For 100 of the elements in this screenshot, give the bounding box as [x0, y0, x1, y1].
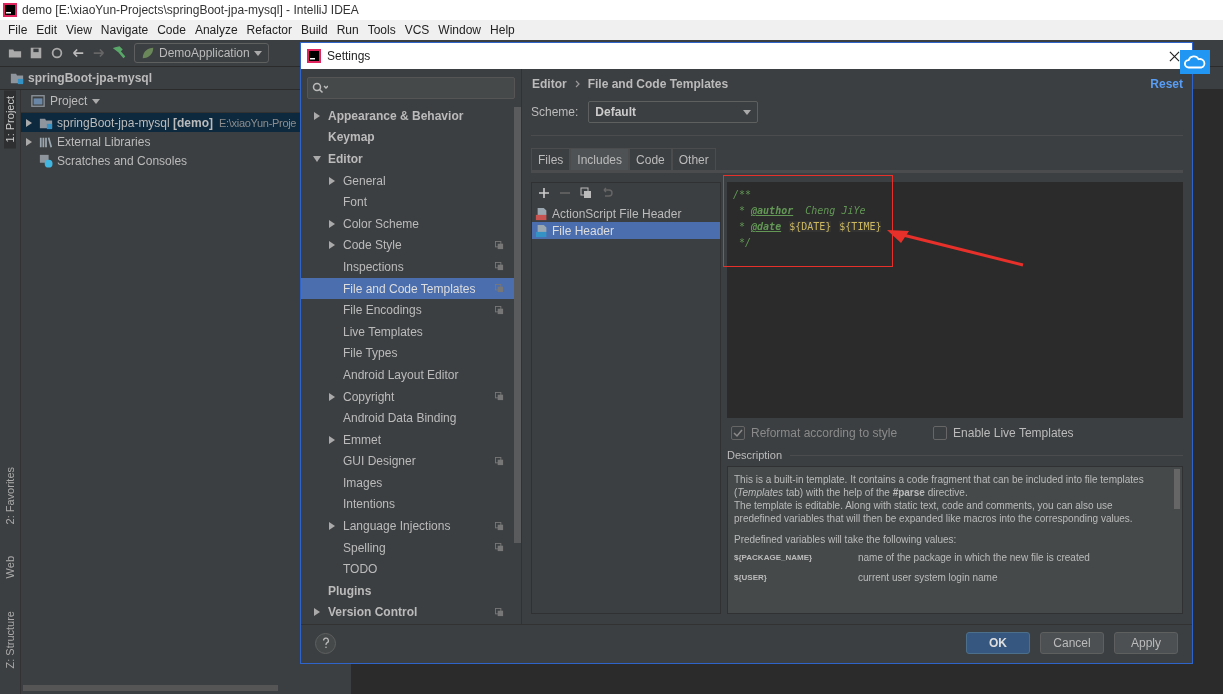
settings-item[interactable]: General — [301, 169, 514, 192]
variable-name: ${USER} — [734, 572, 768, 584]
settings-item[interactable]: Font — [301, 191, 514, 213]
template-editor[interactable]: /** * @author Cheng JiYe * @date ${DATE} ${TIME} */ — [727, 182, 1183, 418]
settings-item[interactable]: File Types — [301, 342, 514, 365]
menu-item[interactable]: Edit — [32, 23, 62, 37]
settings-item[interactable]: Inspections — [301, 256, 514, 278]
expanded-arrow-icon[interactable] — [313, 155, 321, 163]
menu-item[interactable]: Analyze — [190, 23, 242, 37]
template-item[interactable]: File Header — [532, 222, 720, 239]
variable-name: ${PACKAGE_NAME} — [734, 552, 814, 564]
close-icon[interactable] — [1169, 50, 1180, 62]
settings-item[interactable]: Color Scheme — [301, 212, 514, 235]
caret-icon — [253, 50, 262, 56]
code-line: * @author Cheng JiYe — [738, 204, 867, 218]
description-text: Predefined variables will take the following values: — [734, 533, 958, 546]
tool-window-tab[interactable]: 1: Project — [4, 90, 16, 149]
breadcrumb-item[interactable]: springBoot-jpa-mysql — [28, 71, 152, 85]
scrollbar-thumb[interactable] — [514, 107, 521, 543]
save-icon[interactable] — [29, 46, 43, 60]
settings-item[interactable]: Spelling — [301, 536, 514, 559]
collapsed-arrow-icon[interactable] — [328, 219, 336, 228]
menu-item[interactable]: Run — [332, 23, 363, 37]
checkmark-icon — [732, 427, 744, 439]
option-checkbox[interactable]: Enable Live Templates — [933, 426, 1074, 440]
scheme-label: Scheme: — [531, 105, 579, 119]
file-icon — [535, 206, 549, 221]
question-mark-icon — [321, 637, 330, 649]
settings-item[interactable]: Live Templates — [301, 320, 514, 343]
menu-item[interactable]: Refactor — [242, 23, 296, 37]
tool-window-tab[interactable]: 2: Favorites — [4, 460, 16, 531]
menu-item[interactable]: Navigate — [96, 23, 153, 37]
scrollbar-thumb[interactable] — [1174, 469, 1180, 509]
menu-item[interactable]: File — [4, 23, 32, 37]
dialog-button[interactable]: Cancel — [1040, 632, 1104, 654]
menu-item[interactable]: Help — [486, 23, 519, 37]
settings-item[interactable]: Copyright — [301, 385, 514, 408]
settings-item[interactable]: GUI Designer — [301, 450, 514, 473]
back-arrow-icon[interactable] — [71, 46, 85, 60]
settings-item[interactable]: Images — [301, 472, 514, 494]
settings-item[interactable]: File and Code Templates — [301, 277, 514, 300]
section-title: Description — [727, 449, 783, 461]
copy-icon[interactable] — [580, 187, 592, 199]
menu-item[interactable]: Tools — [363, 23, 400, 37]
tab[interactable]: Other — [671, 148, 716, 170]
cloud-icon — [1184, 54, 1206, 70]
scrollbar-thumb[interactable] — [23, 685, 278, 691]
menu-item[interactable]: Build — [296, 23, 332, 37]
collapsed-arrow-icon[interactable] — [328, 241, 336, 250]
settings-item[interactable]: Emmet — [301, 428, 514, 451]
tool-window-tab[interactable]: Z: Structure — [4, 604, 16, 674]
collapsed-arrow-icon[interactable] — [328, 392, 336, 401]
menu-item[interactable]: View — [62, 23, 96, 37]
tab[interactable]: Includes — [570, 148, 630, 170]
menu-item[interactable]: VCS — [400, 23, 434, 37]
app-logo-icon — [307, 49, 321, 63]
settings-item[interactable]: Intentions — [301, 493, 514, 516]
dialog-button[interactable]: Apply — [1114, 632, 1178, 654]
file-icon — [535, 223, 549, 238]
help-button[interactable] — [315, 632, 336, 654]
search-icon — [312, 82, 328, 94]
settings-item[interactable]: Android Layout Editor — [301, 364, 514, 386]
scheme-dropdown[interactable]: Default — [588, 101, 759, 123]
tab[interactable]: Code — [629, 148, 672, 170]
folder-icon — [10, 71, 24, 85]
settings-item[interactable]: Plugins — [301, 580, 514, 602]
code-line: /** — [733, 188, 753, 202]
dialog-button[interactable]: OK — [966, 632, 1030, 654]
reset-link[interactable]: Reset — [1150, 77, 1183, 91]
menu-item[interactable]: Window — [434, 23, 486, 37]
settings-item[interactable]: Android Data Binding — [301, 407, 514, 429]
description-text: This is a built-in template. It contains a code fragment that can be included into file templates (Templates tab) with the help of the #parse directive. — [734, 473, 1145, 499]
settings-item[interactable]: Language Injections — [301, 515, 514, 537]
refresh-icon[interactable] — [50, 46, 64, 60]
collapsed-arrow-icon[interactable] — [313, 111, 321, 120]
collapsed-arrow-icon[interactable] — [328, 435, 336, 444]
collapsed-arrow-icon[interactable] — [25, 118, 33, 127]
settings-item[interactable]: Code Style — [301, 234, 514, 257]
code-line: */ — [738, 236, 753, 250]
collapsed-arrow-icon[interactable] — [328, 522, 336, 531]
tab[interactable]: Files — [531, 148, 571, 170]
caret-icon — [743, 109, 752, 115]
tool-window-tab[interactable]: Web — [4, 550, 16, 585]
settings-item[interactable]: Editor — [301, 148, 514, 170]
caret-icon[interactable] — [92, 98, 101, 104]
collapsed-arrow-icon[interactable] — [25, 137, 33, 146]
settings-item[interactable]: TODO — [301, 558, 514, 581]
collapsed-arrow-icon[interactable] — [313, 608, 321, 617]
settings-item[interactable]: File Encodings — [301, 299, 514, 321]
run-config-dropdown[interactable]: DemoApplication — [134, 43, 269, 63]
collapsed-arrow-icon[interactable] — [328, 176, 336, 185]
search-field[interactable] — [307, 77, 515, 99]
hammer-icon[interactable] — [113, 46, 127, 60]
scratch-icon — [39, 153, 53, 168]
settings-item[interactable]: Version Control — [301, 601, 514, 624]
template-item[interactable]: ActionScript File Header — [532, 205, 720, 222]
description-text: The template is editable. Along with static text, code and comments, you can also use predefined variables that will then be expanded like macros into the corresponding values. — [734, 499, 1134, 525]
menu-item[interactable]: Code — [153, 23, 190, 37]
panel-title[interactable]: Project — [50, 94, 88, 108]
add-icon[interactable] — [538, 187, 550, 199]
